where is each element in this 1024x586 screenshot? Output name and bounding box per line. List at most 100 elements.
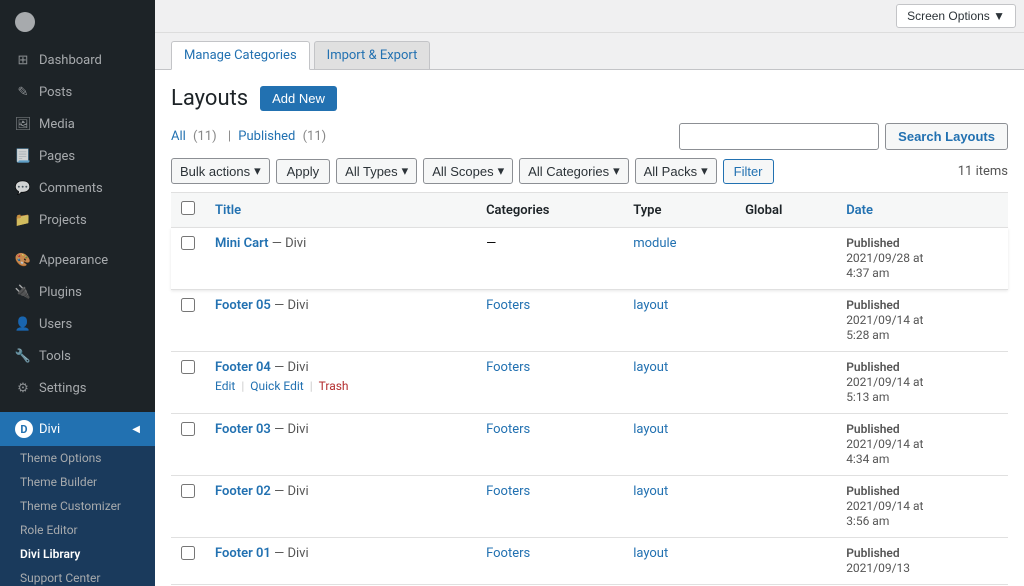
bulk-actions-arrow-icon: ▾ [254,163,261,179]
sidebar-item-comments[interactable]: 💬 Comments [0,172,155,204]
appearance-icon: 🎨 [15,252,31,268]
all-types-button[interactable]: All Types ▾ [336,158,417,184]
row-checkbox[interactable] [181,484,195,498]
sidebar-sub-divi-library[interactable]: Divi Library [0,542,155,566]
sidebar-item-label: Users [39,317,72,332]
sidebar-sub-support-center[interactable]: Support Center [0,566,155,586]
row-global-cell [735,538,836,585]
sidebar-item-divi[interactable]: D Divi ◀ [0,412,155,446]
row-checkbox[interactable] [181,546,195,560]
divi-label: Divi [39,422,60,437]
row-action-quick-edit[interactable]: Quick Edit [250,379,303,393]
th-date[interactable]: Date [836,193,1008,228]
filter-button[interactable]: Filter [723,159,774,184]
tab-import-export[interactable]: Import & Export [314,41,431,69]
sidebar-item-posts[interactable]: ✎ Posts [0,76,155,108]
all-scopes-button[interactable]: All Scopes ▾ [423,158,513,184]
row-category-link[interactable]: Footers [486,546,530,561]
row-title-link[interactable]: Footer 04 [215,360,271,375]
row-title-suffix: — Divi [274,422,309,437]
row-title-link[interactable]: Mini Cart [215,236,268,251]
filter-published-link[interactable]: Published [238,129,295,144]
row-title-suffix: — Divi [274,546,309,561]
row-date-val: 2021/09/28 at [846,251,923,265]
sidebar-item-appearance[interactable]: 🎨 Appearance [0,244,155,276]
wp-logo-icon [15,12,35,32]
row-checkbox[interactable] [181,360,195,374]
filter-all-count: (11) [193,129,217,144]
row-type-link[interactable]: layout [633,484,668,499]
add-new-button[interactable]: Add New [260,86,337,111]
users-icon: 👤 [15,316,31,332]
row-title-suffix: — Divi [274,484,309,499]
comments-icon: 💬 [15,180,31,196]
row-type-link[interactable]: module [633,236,676,251]
row-checkbox[interactable] [181,298,195,312]
select-all-checkbox[interactable] [181,201,195,215]
row-type-link[interactable]: layout [633,360,668,375]
row-category-link[interactable]: Footers [486,360,530,375]
sidebar-sub-role-editor[interactable]: Role Editor [0,518,155,542]
sidebar-sub-theme-builder[interactable]: Theme Builder [0,470,155,494]
row-checkbox[interactable] [181,236,195,250]
sidebar-sub-theme-options[interactable]: Theme Options [0,446,155,470]
row-type-link[interactable]: layout [633,422,668,437]
all-packs-button[interactable]: All Packs ▾ [635,158,717,184]
row-title-link[interactable]: Footer 05 [215,298,271,313]
row-category-link[interactable]: Footers [486,484,530,499]
tab-manage-categories[interactable]: Manage Categories [171,41,310,70]
row-title-cell: Footer 03 — Divi [205,414,476,476]
plugins-icon: 🔌 [15,284,31,300]
tabs-bar: Manage Categories Import & Export [155,33,1024,70]
screen-options-button[interactable]: Screen Options ▼ [896,4,1016,28]
sidebar-item-dashboard[interactable]: ⊞ Dashboard [0,44,155,76]
all-categories-button[interactable]: All Categories ▾ [519,158,628,184]
sidebar-item-media[interactable]: 🖼 Media [0,108,155,140]
row-checkbox[interactable] [181,422,195,436]
row-action-sep: | [241,379,244,393]
bulk-actions-button[interactable]: Bulk actions ▾ [171,158,270,184]
all-packs-arrow-icon: ▾ [701,163,708,179]
row-date-cell: Published2021/09/28 at4:37 am [836,228,1008,290]
sidebar-sub-theme-customizer[interactable]: Theme Customizer [0,494,155,518]
row-title-link[interactable]: Footer 02 [215,484,271,499]
row-type-link[interactable]: layout [633,298,668,313]
row-title-cell: Footer 01 — Divi [205,538,476,585]
row-type-cell: layout [623,538,735,585]
row-type-link[interactable]: layout [633,546,668,561]
row-title-suffix: — Divi [274,360,309,375]
all-types-label: All Types [345,164,398,179]
row-category-link[interactable]: Footers [486,298,530,313]
row-date-time: 4:34 am [846,452,889,466]
sidebar-item-projects[interactable]: 📁 Projects [0,204,155,236]
row-action-edit[interactable]: Edit [215,379,235,393]
sidebar-item-plugins[interactable]: 🔌 Plugins [0,276,155,308]
sidebar-item-pages[interactable]: 📃 Pages [0,140,155,172]
row-title-link[interactable]: Footer 01 [215,546,271,561]
main-inner: Layouts Add New All (11) | Published (11… [155,70,1024,586]
search-row: Search Layouts [679,123,1008,150]
sidebar-item-settings[interactable]: ⚙ Settings [0,372,155,404]
row-title-link[interactable]: Footer 03 [215,422,271,437]
search-button[interactable]: Search Layouts [885,123,1008,150]
th-title[interactable]: Title [205,193,476,228]
table-row: Footer 01 — DiviFooterslayoutPublished20… [171,538,1008,585]
actions-left: Bulk actions ▾ Apply All Types ▾ All Sco… [171,158,774,184]
search-input[interactable] [679,123,879,150]
filter-bar-top: All (11) | Published (11) Search Layouts [171,123,1008,150]
main-content: Screen Options ▼ Manage Categories Impor… [155,0,1024,586]
sidebar-item-tools[interactable]: 🔧 Tools [0,340,155,372]
row-categories-cell: Footers [476,290,623,352]
projects-icon: 📁 [15,212,31,228]
apply-button[interactable]: Apply [276,159,331,184]
filter-all-link[interactable]: All [171,129,186,144]
screen-options-bar: Screen Options ▼ [155,0,1024,33]
sidebar-item-users[interactable]: 👤 Users [0,308,155,340]
row-category-link[interactable]: Footers [486,422,530,437]
table-row: Footer 04 — DiviEdit|Quick Edit|TrashFoo… [171,352,1008,414]
sidebar-logo[interactable] [0,0,155,44]
row-global-cell [735,352,836,414]
row-action-trash[interactable]: Trash [319,379,349,393]
sidebar-item-label: Posts [39,85,72,100]
all-scopes-arrow-icon: ▾ [498,163,505,179]
